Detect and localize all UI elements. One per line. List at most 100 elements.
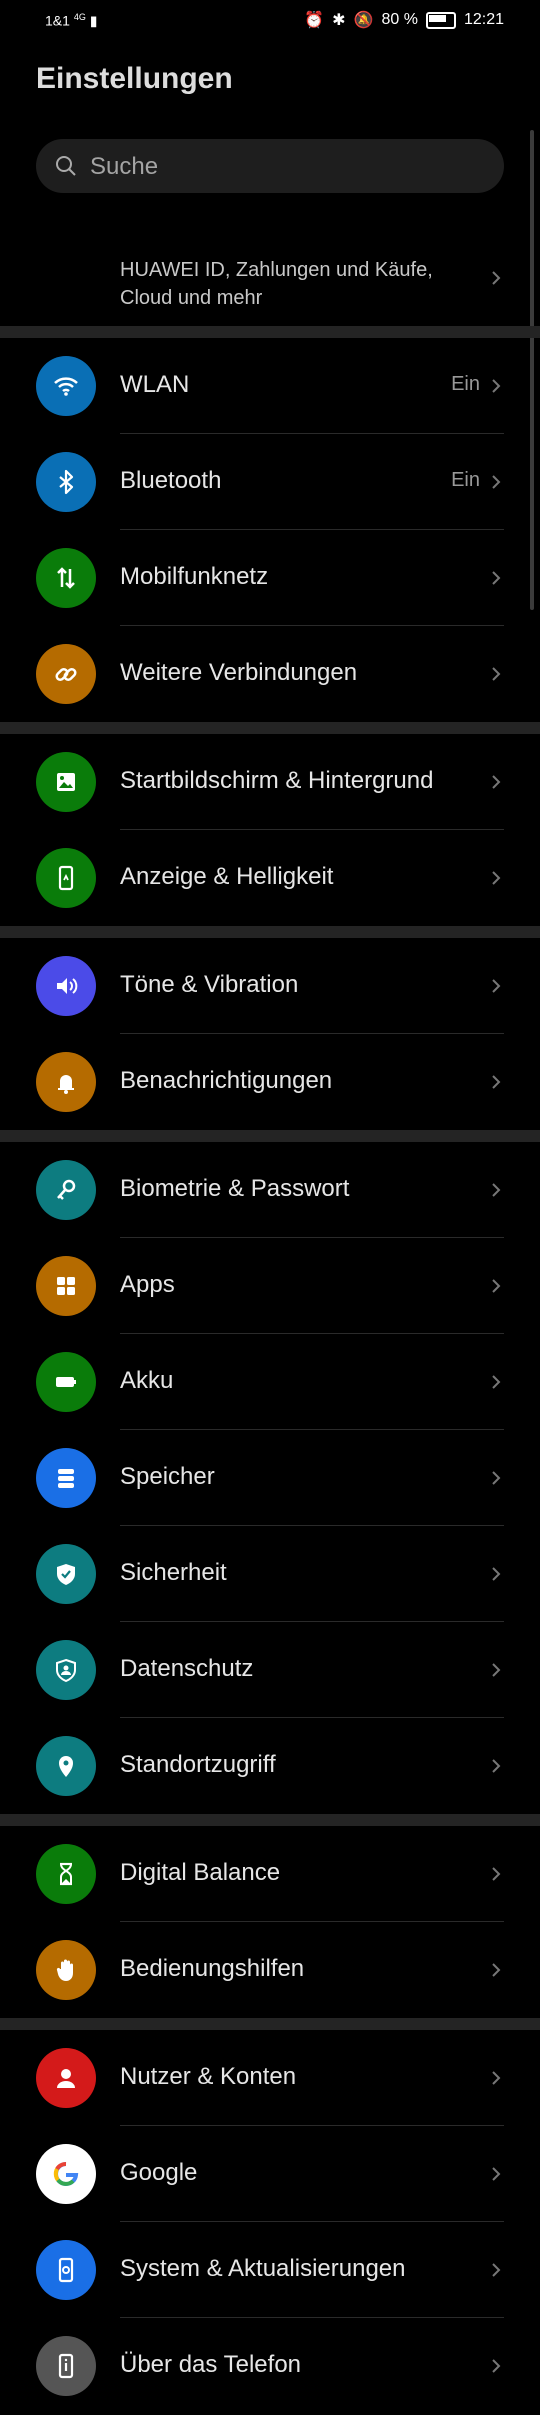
- settings-item-google[interactable]: Google: [0, 2126, 540, 2222]
- hand-icon: [36, 1940, 96, 2000]
- huawei-id-row[interactable]: HUAWEI ID, Zahlungen und Käufe, Cloud un…: [0, 236, 540, 326]
- settings-item-value: Ein: [451, 373, 480, 395]
- location-icon: [36, 1736, 96, 1796]
- mobile-data-icon: [36, 548, 96, 608]
- settings-item-label: Bluetooth: [120, 467, 222, 494]
- settings-item-apps[interactable]: Apps: [0, 1238, 540, 1334]
- chevron-right-icon: [488, 1278, 504, 1294]
- search-icon: [54, 154, 78, 178]
- image-icon: [36, 752, 96, 812]
- mute-icon: 🔕: [353, 12, 374, 29]
- chevron-right-icon: [488, 378, 504, 394]
- settings-item-system-aktualisierungen[interactable]: System & Aktualisierungen: [0, 2222, 540, 2318]
- settings-item-sicherheit[interactable]: Sicherheit: [0, 1526, 540, 1622]
- chevron-right-icon: [488, 1566, 504, 1582]
- settings-item-label: Weitere Verbindungen: [120, 659, 358, 686]
- bell-icon: [36, 1052, 96, 1112]
- shield-check-icon: [36, 1544, 96, 1604]
- settings-item-bluetooth[interactable]: Bluetooth Ein: [0, 434, 540, 530]
- bluetooth-icon: [36, 452, 96, 512]
- settings-item-startbildschirm-hintergrund[interactable]: Startbildschirm & Hintergrund: [0, 734, 540, 830]
- chevron-right-icon: [488, 2166, 504, 2182]
- search-input[interactable]: Suche: [36, 139, 504, 193]
- group-divider: [0, 1130, 540, 1142]
- settings-item-benachrichtigungen[interactable]: Benachrichtigungen: [0, 1034, 540, 1130]
- settings-item-wlan[interactable]: WLAN Ein: [0, 338, 540, 434]
- battery-icon: [36, 1352, 96, 1412]
- page-title: Einstellungen: [36, 62, 233, 95]
- chevron-right-icon: [488, 1758, 504, 1774]
- settings-item-weitere-verbindungen[interactable]: Weitere Verbindungen: [0, 626, 540, 722]
- settings-item-label: Mobilfunknetz: [120, 563, 269, 590]
- settings-item-label: Sicherheit: [120, 1559, 227, 1586]
- settings-item-mobilfunknetz[interactable]: Mobilfunknetz: [0, 530, 540, 626]
- settings-item-label: Akku: [120, 1367, 174, 1394]
- group-divider: [0, 326, 540, 338]
- settings-item-label: WLAN: [120, 371, 190, 398]
- network-type: 4G: [73, 12, 86, 22]
- chevron-right-icon: [488, 270, 504, 286]
- settings-item-label: Anzeige & Helligkeit: [120, 863, 334, 890]
- settings-item-label: Startbildschirm & Hintergrund: [120, 767, 434, 794]
- chevron-right-icon: [488, 870, 504, 886]
- user-icon: [36, 2048, 96, 2108]
- chevron-right-icon: [488, 2070, 504, 2086]
- settings-item-digital-balance[interactable]: Digital Balance: [0, 1826, 540, 1922]
- chevron-right-icon: [488, 1470, 504, 1486]
- chevron-right-icon: [488, 978, 504, 994]
- chevron-right-icon: [488, 1074, 504, 1090]
- google-icon: [36, 2144, 96, 2204]
- chevron-right-icon: [488, 1662, 504, 1678]
- settings-item-akku[interactable]: Akku: [0, 1334, 540, 1430]
- settings-item-anzeige-helligkeit[interactable]: Anzeige & Helligkeit: [0, 830, 540, 926]
- settings-item-label: Über das Telefon: [120, 2351, 302, 2378]
- group-divider: [0, 1814, 540, 1826]
- settings-item-value: Ein: [451, 469, 480, 491]
- display-icon: [36, 848, 96, 908]
- settings-item-label: Biometrie & Passwort: [120, 1175, 350, 1202]
- group-divider: [0, 926, 540, 938]
- settings-item-bedienungshilfen[interactable]: Bedienungshilfen: [0, 1922, 540, 2018]
- bluetooth-status-icon: ✱: [332, 12, 346, 29]
- status-bar: 1&1 4G ▮ ⏰ ✱ 🔕 80 % 12:21: [0, 0, 540, 40]
- hourglass-icon: [36, 1844, 96, 1904]
- phone-info-icon: [36, 2336, 96, 2396]
- chevron-right-icon: [488, 474, 504, 490]
- chevron-right-icon: [488, 1866, 504, 1882]
- settings-item-label: Digital Balance: [120, 1859, 281, 1886]
- chevron-right-icon: [488, 1182, 504, 1198]
- settings-item-biometrie-passwort[interactable]: Biometrie & Passwort: [0, 1142, 540, 1238]
- signal-icon: ▮: [89, 12, 98, 29]
- apps-icon: [36, 1256, 96, 1316]
- chevron-right-icon: [488, 2358, 504, 2374]
- settings-item-label: Nutzer & Konten: [120, 2063, 297, 2090]
- group-divider: [0, 2018, 540, 2030]
- chevron-right-icon: [488, 1374, 504, 1390]
- battery-status-icon: [425, 11, 456, 29]
- battery-percent: 80 %: [381, 11, 418, 28]
- settings-item-standortzugriff[interactable]: Standortzugriff: [0, 1718, 540, 1814]
- carrier-indicator: 1&1 4G ▮: [45, 12, 97, 30]
- settings-item-label: Speicher: [120, 1463, 215, 1490]
- chevron-right-icon: [488, 570, 504, 586]
- chevron-right-icon: [488, 1962, 504, 1978]
- group-divider: [0, 722, 540, 734]
- settings-item-label: Bedienungshilfen: [120, 1955, 305, 1982]
- settings-item-label: Töne & Vibration: [120, 971, 299, 998]
- huawei-id-label: HUAWEI ID, Zahlungen und Käufe, Cloud un…: [120, 259, 433, 309]
- settings-item-label: Apps: [120, 1271, 175, 1298]
- chevron-right-icon: [488, 774, 504, 790]
- settings-item-töne-vibration[interactable]: Töne & Vibration: [0, 938, 540, 1034]
- carrier-label: 1&1: [45, 12, 70, 29]
- chevron-right-icon: [488, 2262, 504, 2278]
- settings-item-nutzer-konten[interactable]: Nutzer & Konten: [0, 2030, 540, 2126]
- settings-item-datenschutz[interactable]: Datenschutz: [0, 1622, 540, 1718]
- settings-item-label: System & Aktualisierungen: [120, 2255, 406, 2282]
- settings-item-label: Datenschutz: [120, 1655, 254, 1682]
- privacy-icon: [36, 1640, 96, 1700]
- settings-item-speicher[interactable]: Speicher: [0, 1430, 540, 1526]
- settings-item-über-das-telefon[interactable]: Über das Telefon: [0, 2318, 540, 2414]
- settings-item-label: Standortzugriff: [120, 1751, 276, 1778]
- alarm-icon: ⏰: [304, 12, 325, 29]
- search-placeholder: Suche: [90, 153, 159, 180]
